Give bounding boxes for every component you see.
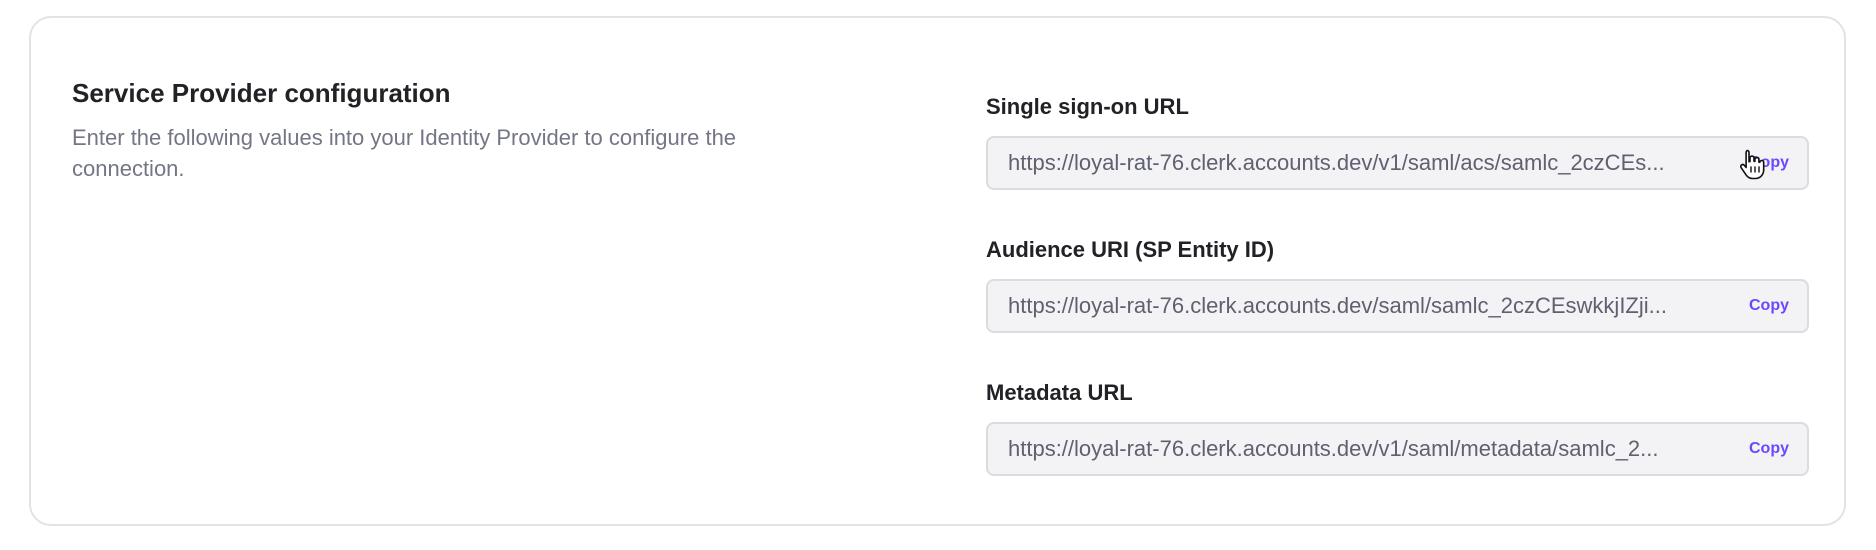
metadata-url-input[interactable]: https://loyal-rat-76.clerk.accounts.dev/… — [986, 422, 1809, 476]
sp-configuration-card: Service Provider configuration Enter the… — [29, 16, 1846, 526]
field-value[interactable]: https://loyal-rat-76.clerk.accounts.dev/… — [988, 436, 1743, 462]
field-label: Metadata URL — [986, 380, 1133, 405]
section-header: Service Provider configuration Enter the… — [72, 76, 892, 184]
section-title: Service Provider configuration — [72, 78, 451, 108]
field-label: Audience URI (SP Entity ID) — [986, 237, 1275, 262]
field-audience-uri: Audience URI (SP Entity ID) https://loya… — [986, 235, 1809, 333]
field-single-sign-on-url: Single sign-on URL https://loyal-rat-76.… — [986, 92, 1809, 190]
copy-metadata-url-button[interactable]: Copy — [1743, 440, 1807, 458]
section-description: Enter the following values into your Ide… — [72, 125, 737, 181]
field-value[interactable]: https://loyal-rat-76.clerk.accounts.dev/… — [988, 293, 1743, 319]
field-metadata-url: Metadata URL https://loyal-rat-76.clerk.… — [986, 378, 1809, 476]
field-value[interactable]: https://loyal-rat-76.clerk.accounts.dev/… — [988, 150, 1743, 176]
field-label: Single sign-on URL — [986, 94, 1189, 119]
copy-single-sign-on-url-button[interactable]: Copy — [1743, 154, 1807, 172]
audience-uri-input[interactable]: https://loyal-rat-76.clerk.accounts.dev/… — [986, 279, 1809, 333]
single-sign-on-url-input[interactable]: https://loyal-rat-76.clerk.accounts.dev/… — [986, 136, 1809, 190]
copy-audience-uri-button[interactable]: Copy — [1743, 297, 1807, 315]
